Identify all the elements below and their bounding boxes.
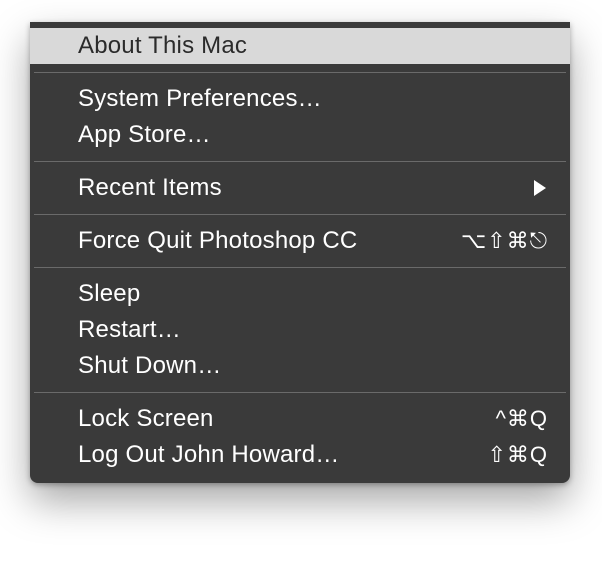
menu-item-label: Recent Items	[78, 170, 222, 206]
menu-item-force-quit[interactable]: Force Quit Photoshop CC ⌥⇧⌘⎋	[30, 223, 570, 259]
menu-item-lock-screen[interactable]: Lock Screen ^⌘Q	[30, 401, 570, 437]
menu-separator	[34, 72, 566, 73]
menu-item-shortcut: ^⌘Q	[496, 401, 548, 437]
menu-item-label: Lock Screen	[78, 401, 214, 437]
menu-separator	[34, 392, 566, 393]
menu-item-label: Log Out John Howard…	[78, 437, 339, 473]
menu-item-label: App Store…	[78, 117, 211, 153]
menu-item-label: Shut Down…	[78, 348, 221, 384]
menu-item-shortcut: ⇧⌘Q	[487, 437, 548, 473]
menu-item-label: About This Mac	[78, 28, 247, 64]
menu-separator	[34, 161, 566, 162]
menu-item-label: System Preferences…	[78, 81, 322, 117]
menu-item-log-out[interactable]: Log Out John Howard… ⇧⌘Q	[30, 437, 570, 473]
menu-item-shortcut: ⌥⇧⌘⎋	[461, 223, 548, 259]
menu-item-label: Restart…	[78, 312, 181, 348]
menu-item-restart[interactable]: Restart…	[30, 312, 570, 348]
menu-item-recent-items[interactable]: Recent Items	[30, 170, 570, 206]
menu-item-shut-down[interactable]: Shut Down…	[30, 348, 570, 384]
menu-separator	[34, 267, 566, 268]
menu-item-sleep[interactable]: Sleep	[30, 276, 570, 312]
menu-separator	[34, 214, 566, 215]
submenu-arrow-icon	[534, 180, 548, 196]
apple-menu: About This Mac System Preferences… App S…	[30, 22, 570, 483]
menu-item-label: Sleep	[78, 276, 140, 312]
menu-item-label: Force Quit Photoshop CC	[78, 223, 357, 259]
menu-item-app-store[interactable]: App Store…	[30, 117, 570, 153]
menu-item-about-this-mac[interactable]: About This Mac	[30, 28, 570, 64]
menu-item-system-preferences[interactable]: System Preferences…	[30, 81, 570, 117]
